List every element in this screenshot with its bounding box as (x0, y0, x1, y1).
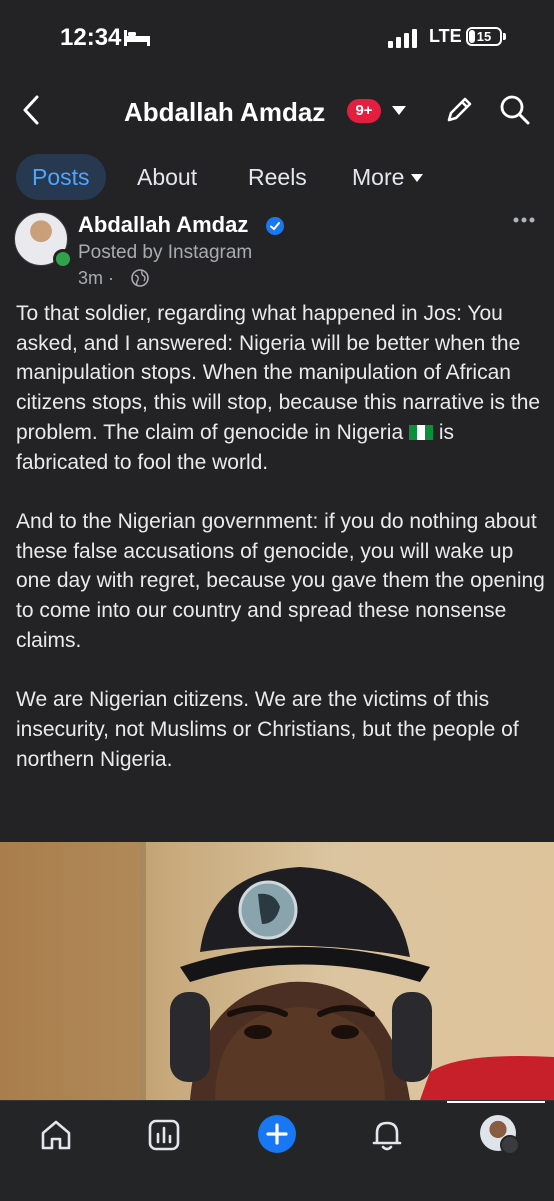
sleep-focus-icon (124, 30, 150, 46)
status-time: 12:34 (60, 24, 122, 51)
search-icon[interactable] (499, 94, 531, 126)
battery-level: 15 (476, 29, 492, 44)
chevron-down-icon[interactable] (392, 106, 406, 115)
dashboard-icon[interactable] (146, 1117, 182, 1153)
back-arrow-icon[interactable] (18, 94, 46, 126)
chevron-down-icon (410, 174, 423, 182)
active-indicator (447, 1101, 545, 1103)
tab-more-label: More (352, 164, 405, 190)
battery-icon: 15 (466, 27, 502, 46)
menu-badge (500, 1135, 520, 1155)
status-bar: 12:34 LTE 15 (0, 0, 554, 78)
notification-badge[interactable]: 9+ (347, 99, 381, 123)
post-photo[interactable] (0, 842, 554, 1100)
page-header: Abdallah Amdaz 9+ (0, 78, 554, 142)
post-time[interactable]: 3m (78, 268, 103, 288)
create-post-button[interactable] (258, 1115, 296, 1153)
pencil-icon[interactable] (443, 94, 475, 126)
globe-icon (131, 269, 149, 287)
verified-icon (266, 217, 284, 235)
tab-more[interactable]: More (352, 154, 423, 200)
author-name[interactable]: Abdallah Amdaz (78, 212, 248, 238)
page-title[interactable]: Abdallah Amdaz (124, 97, 325, 128)
meta-separator: · (108, 268, 115, 288)
post-meta: 3m · (78, 268, 114, 289)
home-icon[interactable] (38, 1117, 74, 1153)
online-indicator (53, 249, 73, 269)
tab-reels[interactable]: Reels (248, 154, 307, 200)
post-paragraph-1: To that soldier, regarding what happened… (16, 299, 546, 477)
post-paragraph-2: And to the Nigerian government: if you d… (16, 509, 545, 652)
tab-posts[interactable]: Posts (16, 154, 106, 200)
network-type: LTE (429, 26, 462, 46)
more-dots-icon[interactable] (513, 217, 535, 223)
post-source: Posted by Instagram (78, 242, 253, 263)
plus-icon (266, 1123, 288, 1145)
post-paragraph-3: We are Nigerian citizens. We are the vic… (16, 688, 519, 771)
bell-icon[interactable] (369, 1117, 405, 1153)
post-paragraph-1-start: To that soldier, regarding what happened… (16, 302, 541, 444)
tab-about[interactable]: About (137, 154, 197, 200)
post-body: To that soldier, regarding what happened… (16, 299, 546, 774)
post-photo-image (0, 842, 554, 1100)
signal-icon (388, 29, 417, 48)
nigeria-flag-emoji (409, 424, 433, 440)
bottom-navigation (0, 1100, 554, 1201)
